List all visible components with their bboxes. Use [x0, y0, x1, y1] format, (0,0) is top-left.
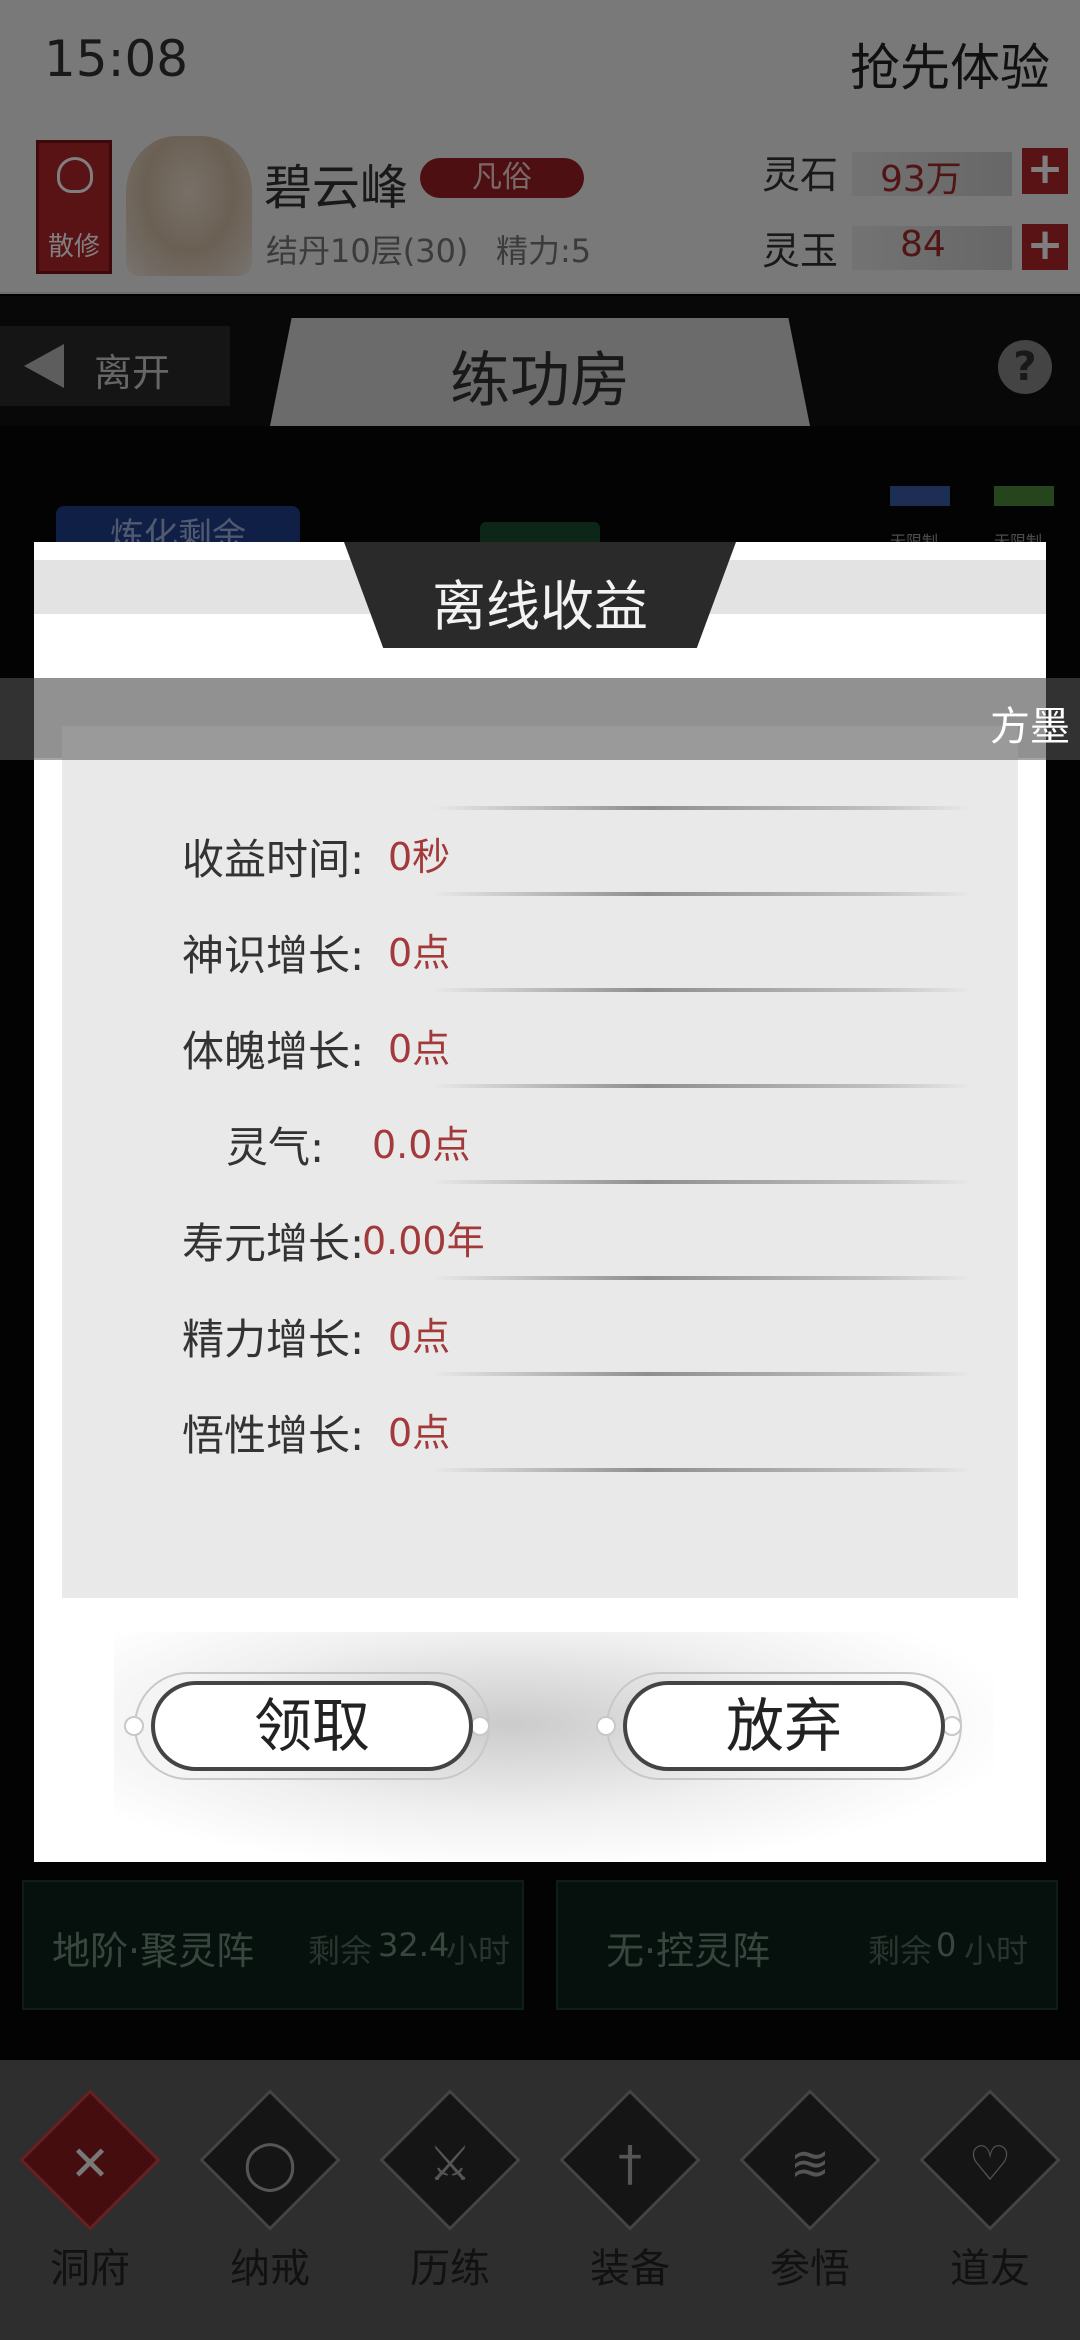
- earnings-label: 体魄增长:: [182, 1027, 365, 1076]
- earnings-row: 精力增长: 0点: [62, 1286, 1018, 1376]
- row-divider: [432, 892, 972, 896]
- row-divider: [432, 1468, 972, 1472]
- earnings-value: 0.0点: [372, 1123, 471, 1167]
- earnings-row: 体魄增长: 0点: [62, 998, 1018, 1088]
- earnings-label: 寿元增长:: [182, 1219, 365, 1268]
- button-ornament: [942, 1716, 962, 1736]
- broadcast-ticker: 方墨: [0, 678, 1080, 760]
- earnings-row: 神识增长: 0点: [62, 902, 1018, 992]
- modal-title: 离线收益: [432, 575, 648, 638]
- claim-button[interactable]: 领取: [151, 1681, 473, 1771]
- button-ornament: [470, 1716, 490, 1736]
- row-divider: [432, 1180, 972, 1184]
- earnings-label: 神识增长:: [182, 931, 365, 980]
- earnings-value: 0秒: [388, 835, 451, 879]
- earnings-row: 灵气: 0.0点: [62, 1094, 1018, 1184]
- earnings-value: 0点: [388, 1411, 451, 1455]
- button-ornament: [596, 1716, 616, 1736]
- earnings-value: 0点: [388, 1315, 451, 1359]
- earnings-label: 悟性增长:: [182, 1411, 365, 1460]
- earnings-label: 精力增长:: [182, 1315, 365, 1364]
- abandon-button[interactable]: 放弃: [623, 1681, 945, 1771]
- row-divider: [432, 1372, 972, 1376]
- earnings-value: 0.00年: [362, 1219, 485, 1263]
- button-ornament: [124, 1716, 144, 1736]
- row-divider: [432, 988, 972, 992]
- row-divider: [432, 806, 972, 810]
- row-divider: [432, 1276, 972, 1280]
- earnings-label: 灵气:: [226, 1123, 325, 1172]
- earnings-label: 收益时间:: [182, 835, 365, 884]
- earnings-row: 收益时间: 0秒: [62, 806, 1018, 896]
- earnings-list: 收益时间: 0秒 神识增长: 0点 体魄增长: 0点 灵气: 0.0点 寿元增长…: [62, 726, 1018, 1598]
- ticker-text: 方墨: [990, 704, 1070, 750]
- earnings-value: 0点: [388, 1027, 451, 1071]
- earnings-row: 寿元增长: 0.00年: [62, 1190, 1018, 1280]
- earnings-value: 0点: [388, 931, 451, 975]
- earnings-row: 悟性增长: 0点: [62, 1382, 1018, 1472]
- row-divider: [432, 1084, 972, 1088]
